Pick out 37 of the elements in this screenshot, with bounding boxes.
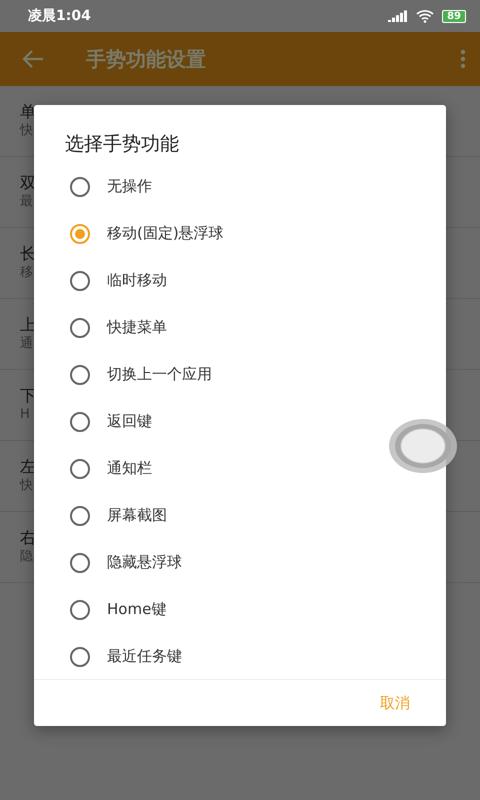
option-label[interactable]: 屏幕截图 [107,506,167,525]
option-label[interactable]: 通知栏 [107,459,152,478]
setting-title: 长 [20,244,36,264]
setting-title: 左 [20,457,36,477]
option-label[interactable]: 移动(固定)悬浮球 [107,224,224,243]
setting-title: 右 [20,528,36,548]
floating-ball-icon[interactable] [388,418,458,474]
option-label[interactable]: 无操作 [107,177,152,196]
radio-button[interactable] [70,506,90,526]
option-label[interactable]: 切换上一个应用 [107,365,212,384]
setting-title: 单 [20,102,36,122]
dialog-title: 选择手势功能 [64,132,180,157]
setting-title: 双 [20,173,36,193]
battery-indicator: 89 [442,10,466,22]
radio-button[interactable] [70,176,90,196]
radio-button[interactable] [70,646,90,666]
status-time: 凌晨1:04 [28,7,92,25]
radio-button[interactable] [70,364,90,384]
option-label[interactable]: Home键 [107,600,166,619]
radio-button[interactable] [70,224,90,244]
option-label[interactable]: 临时移动 [107,271,167,290]
radio-button[interactable] [70,458,90,478]
radio-button[interactable] [70,318,90,338]
signal-icon [388,10,408,22]
wifi-icon [416,10,434,22]
option-label[interactable]: 隐藏悬浮球 [107,553,182,572]
setting-subtitle: 最 [20,193,33,211]
setting-title: 上 [20,315,36,335]
option-label[interactable]: 最近任务键 [107,647,182,666]
radio-button[interactable] [70,552,90,572]
option-label[interactable]: 快捷菜单 [107,318,167,337]
radio-button[interactable] [70,600,90,620]
radio-button[interactable] [70,270,90,290]
option-label[interactable]: 返回键 [107,412,152,431]
toolbar-title: 手势功能设置 [86,46,207,72]
setting-title: 下 [20,386,36,406]
radio-button[interactable] [70,412,90,432]
